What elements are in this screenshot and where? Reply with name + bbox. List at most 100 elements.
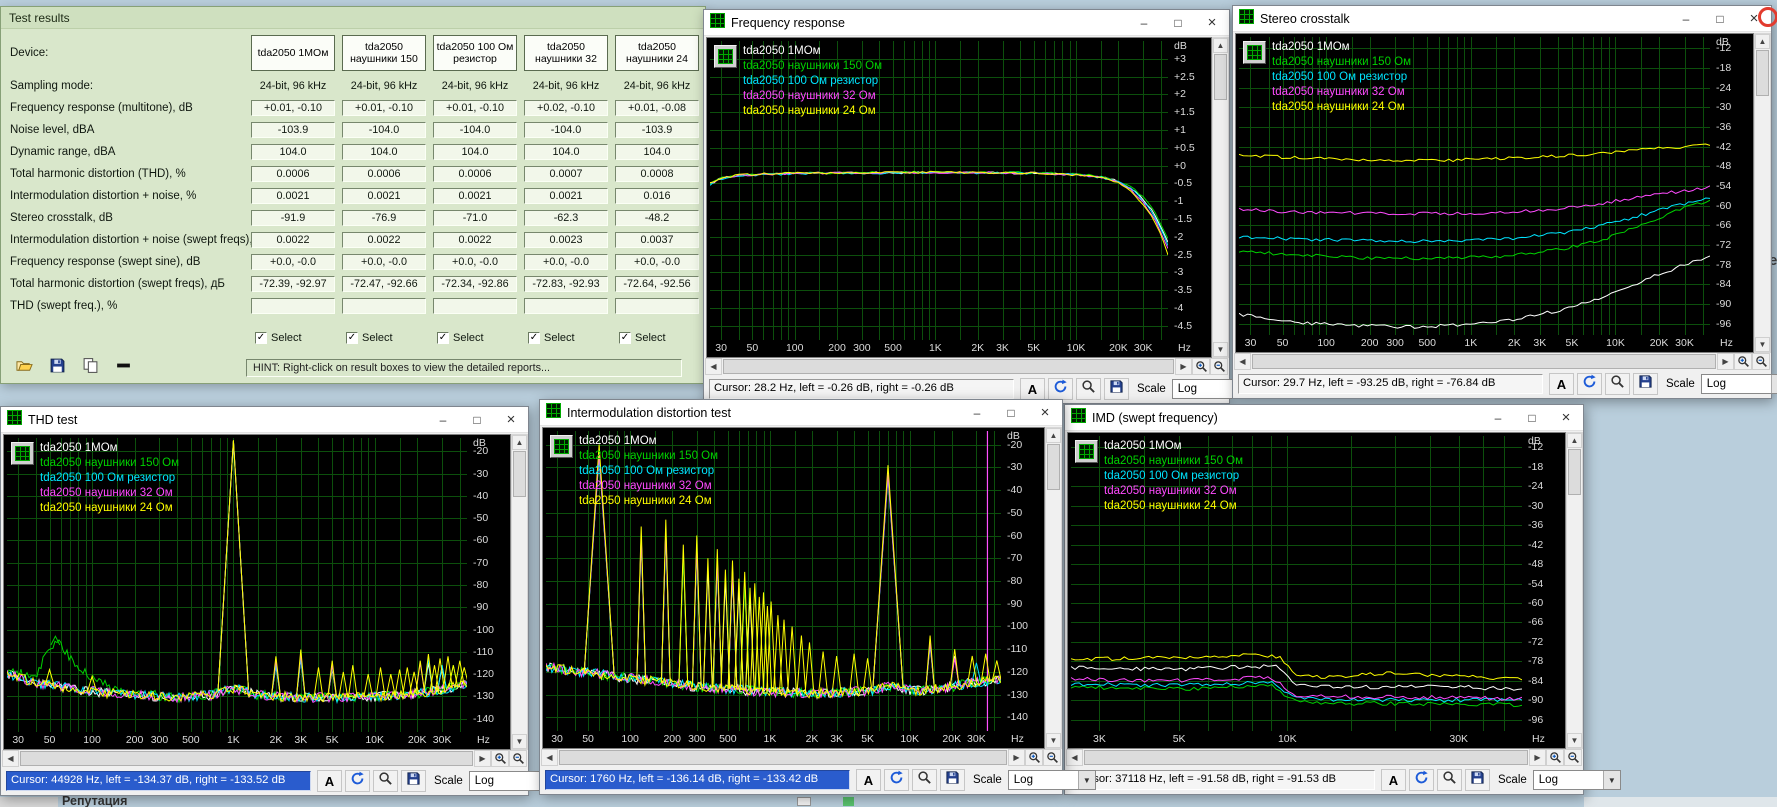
zoom-button[interactable] [912,769,937,791]
scroll-right-button[interactable]: ▶ [1008,749,1025,766]
result-value[interactable]: 104.0 [524,144,608,160]
result-value[interactable]: 0.0021 [342,188,426,204]
result-value[interactable]: 0.0008 [615,166,699,182]
scale-select[interactable]: Log▼ [1701,374,1777,394]
horizontal-scroll-thumb[interactable] [1084,750,1528,765]
maximize-button[interactable]: □ [994,400,1028,425]
result-value[interactable]: -48.2 [615,210,699,226]
close-button[interactable]: × [1195,10,1229,35]
save-button[interactable] [940,769,965,791]
maximize-button[interactable]: □ [1161,10,1195,35]
scroll-left-button[interactable]: ◀ [1234,353,1251,370]
zoom-button[interactable] [1605,373,1630,395]
scroll-up-button[interactable]: ▲ [1567,433,1582,448]
result-value[interactable] [524,298,608,314]
scroll-right-button[interactable]: ▶ [1175,358,1192,375]
device-header[interactable]: tda2050 наушники 150 [342,35,426,71]
zoom-out-button[interactable] [1564,749,1582,766]
result-value[interactable]: +0.01, -0.10 [433,100,517,116]
zoom-in-button[interactable] [1025,749,1043,766]
scroll-right-button[interactable]: ▶ [1717,353,1734,370]
legend-grid-icon[interactable] [714,45,737,68]
vertical-scroll-track[interactable] [1046,491,1061,733]
vertical-scroll-thumb[interactable] [1756,50,1769,96]
horizontal-scroll-thumb[interactable] [1252,354,1716,369]
vertical-scroll-track[interactable] [1213,101,1228,342]
vertical-scroll-thumb[interactable] [1047,444,1060,490]
titlebar[interactable]: Stereo crosstalk–□× [1233,6,1771,32]
result-value[interactable]: 0.0021 [251,188,335,204]
zoom-in-button[interactable] [1192,358,1210,375]
vertical-scroll-track[interactable] [1755,97,1770,337]
maximize-button[interactable]: □ [460,407,494,432]
result-value[interactable]: -72.64, -92.56 [615,276,699,292]
zoom-button[interactable] [1076,378,1101,400]
zoom-button[interactable] [373,770,398,792]
legend-grid-icon[interactable] [550,435,573,458]
zoom-out-button[interactable] [1043,749,1061,766]
maximize-button[interactable]: □ [1515,405,1549,430]
result-value[interactable]: -104.0 [342,122,426,138]
result-value[interactable]: -76.9 [342,210,426,226]
font-button[interactable]: A [1020,378,1045,400]
result-value[interactable]: 104.0 [251,144,335,160]
result-value[interactable] [433,298,517,314]
close-button[interactable]: × [494,407,528,432]
horizontal-scrollbar[interactable]: ◀▶ [1065,749,1583,766]
zoom-in-button[interactable] [491,750,509,767]
device-header[interactable]: tda2050 наушники 32 [524,35,608,71]
result-value[interactable]: -104.0 [433,122,517,138]
scroll-up-button[interactable]: ▲ [1213,38,1228,53]
scroll-left-button[interactable]: ◀ [1066,749,1083,766]
scroll-left-button[interactable]: ◀ [2,750,19,767]
font-button[interactable]: A [317,770,342,792]
scroll-down-button[interactable]: ▼ [1046,733,1061,748]
horizontal-scrollbar[interactable]: ◀▶ [540,749,1062,766]
result-value[interactable]: +0.0, -0.0 [615,254,699,270]
minimize-button[interactable]: – [960,400,994,425]
result-value[interactable]: -62.3 [524,210,608,226]
result-value[interactable]: +0.0, -0.0 [433,254,517,270]
minimize-button[interactable]: – [1127,10,1161,35]
device-header[interactable]: tda2050 1МОм [251,35,335,71]
result-value[interactable]: +0.01, -0.10 [251,100,335,116]
result-value[interactable] [615,298,699,314]
save-button[interactable] [401,770,426,792]
zoom-in-button[interactable] [1734,353,1752,370]
result-value[interactable] [342,298,426,314]
vertical-scroll-thumb[interactable] [1568,449,1581,495]
result-value[interactable]: +0.0, -0.0 [342,254,426,270]
scale-select[interactable]: Log▼ [1008,770,1096,790]
select-checkbox[interactable]: ✓ [528,332,540,344]
zoom-out-button[interactable] [1210,358,1228,375]
scroll-right-button[interactable]: ▶ [474,750,491,767]
test-results-titlebar[interactable]: Test results [1,7,705,29]
vertical-scrollbar[interactable]: ▲▼ [511,434,528,750]
refresh-button[interactable] [1409,769,1434,791]
result-value[interactable]: 0.0006 [342,166,426,182]
result-value[interactable]: +0.02, -0.10 [524,100,608,116]
horizontal-scrollbar[interactable]: ◀▶ [1,750,528,767]
result-value[interactable]: -71.0 [433,210,517,226]
font-button[interactable]: A [1549,373,1574,395]
zoom-out-button[interactable] [509,750,527,767]
vertical-scroll-track[interactable] [1567,496,1582,733]
result-value[interactable]: +0.01, -0.08 [615,100,699,116]
vertical-scroll-track[interactable] [512,498,527,734]
minimize-button[interactable]: – [426,407,460,432]
zoom-in-button[interactable] [1546,749,1564,766]
zoom-button[interactable] [1437,769,1462,791]
select-checkbox[interactable]: ✓ [619,332,631,344]
scale-select[interactable]: Log▼ [1533,770,1621,790]
device-header[interactable]: tda2050 наушники 24 [615,35,699,71]
titlebar[interactable]: IMD (swept frequency)–□× [1065,405,1583,431]
minimize-button[interactable]: – [1481,405,1515,430]
vertical-scrollbar[interactable]: ▲▼ [1754,33,1771,353]
result-value[interactable]: -72.34, -92.86 [433,276,517,292]
select-checkbox[interactable]: ✓ [346,332,358,344]
scroll-right-button[interactable]: ▶ [1529,749,1546,766]
refresh-button[interactable] [884,769,909,791]
font-button[interactable]: A [1381,769,1406,791]
legend-grid-icon[interactable] [1075,440,1098,463]
titlebar[interactable]: Frequency response–□× [704,10,1229,36]
